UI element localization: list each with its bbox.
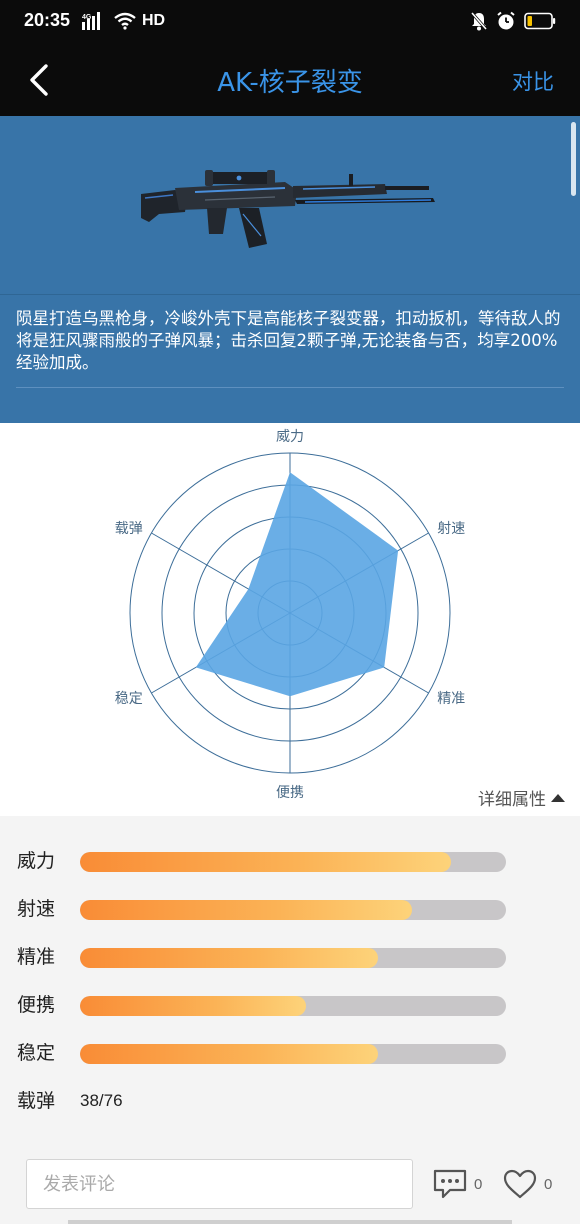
ammo-row: 载弹 38/76 <box>0 1086 580 1116</box>
stat-bar-fill <box>80 852 451 872</box>
wifi-icon <box>114 12 136 30</box>
radar-chart-panel: 威力射速精准便携 稳定 载弹 详细属性 <box>0 423 580 816</box>
comment-input[interactable] <box>26 1159 413 1209</box>
ammo-label: 载弹 <box>17 1090 56 1112</box>
stat-label: 威力 <box>17 850 56 872</box>
stat-bar-fill <box>80 948 379 968</box>
radar-axis-label: 便携 <box>276 785 304 801</box>
mute-bell-icon <box>470 12 488 31</box>
network-status: 4G HD <box>82 12 165 30</box>
stat-bar-fill <box>80 1044 379 1064</box>
stat-bar-fill <box>80 996 306 1016</box>
heart-icon[interactable] <box>502 1168 538 1200</box>
weapon-description: 陨星打造乌黑枪身，冷峻外壳下是高能核子裂变器，扣动扳机，等待敌人的将是狂风骤雨般… <box>16 309 561 372</box>
scrollbar-thumb[interactable] <box>571 122 576 196</box>
status-right-icons <box>470 11 556 31</box>
details-toggle-button[interactable]: 详细属性 <box>478 785 566 810</box>
details-toggle-label: 详细属性 <box>478 790 546 810</box>
stat-label: 便携 <box>17 994 56 1016</box>
comment-count: 0 <box>474 1176 483 1193</box>
stat-row: 射速 <box>0 894 580 924</box>
radar-chart: 威力射速精准便携 稳定 载弹 <box>115 429 465 801</box>
page-title: AK-核子裂变 <box>217 68 363 98</box>
radar-value-area <box>195 472 399 697</box>
cellular-signal-icon: 4G <box>82 12 100 30</box>
status-bar: 20:35 4G HD <box>0 0 580 44</box>
stats-panel: 威力 射速 精准 便携 稳定 载弹 38/76 <box>0 816 580 1146</box>
stat-label: 精准 <box>17 946 56 968</box>
app-header: AK-核子裂变 对比 <box>0 44 580 116</box>
alarm-icon <box>497 11 515 30</box>
banner-divider <box>0 294 580 295</box>
stat-bar-track <box>80 996 506 1016</box>
like-count: 0 <box>544 1176 553 1193</box>
stat-bar-track <box>80 1044 506 1064</box>
radar-axis-label: 射速 <box>437 521 465 537</box>
stat-bar-track <box>80 900 506 920</box>
stat-row: 便携 <box>0 990 580 1020</box>
stat-bar-fill <box>80 900 413 920</box>
status-time: 20:35 <box>24 10 71 30</box>
stat-row: 威力 <box>0 846 580 876</box>
stat-row: 稳定 <box>0 1038 580 1068</box>
ammo-value: 38/76 <box>80 1091 123 1110</box>
radar-axis-label: 精准 <box>437 691 465 707</box>
weapon-image <box>141 170 435 248</box>
weapon-banner: 陨星打造乌黑枪身，冷峻外壳下是高能核子裂变器，扣动扳机，等待敌人的将是狂风骤雨般… <box>0 116 580 423</box>
comment-bar: 0 0 <box>0 1146 580 1224</box>
hd-label: HD <box>142 12 166 29</box>
stat-label: 射速 <box>17 898 56 920</box>
battery-icon <box>524 12 556 30</box>
radar-axis-label: 稳定 <box>115 691 143 707</box>
description-underline <box>16 387 564 388</box>
radar-axis-label: 威力 <box>276 429 304 445</box>
caret-up-icon <box>551 793 565 802</box>
stat-bar-track <box>80 852 506 872</box>
compare-button[interactable]: 对比 <box>512 66 554 96</box>
stat-label: 稳定 <box>17 1042 56 1064</box>
stat-bar-track <box>80 948 506 968</box>
svg-text:4G: 4G <box>82 14 92 21</box>
comment-icon[interactable] <box>432 1168 468 1200</box>
bottom-strip <box>68 1220 512 1224</box>
stat-row: 精准 <box>0 942 580 972</box>
radar-axis-label: 载弹 <box>115 521 143 537</box>
